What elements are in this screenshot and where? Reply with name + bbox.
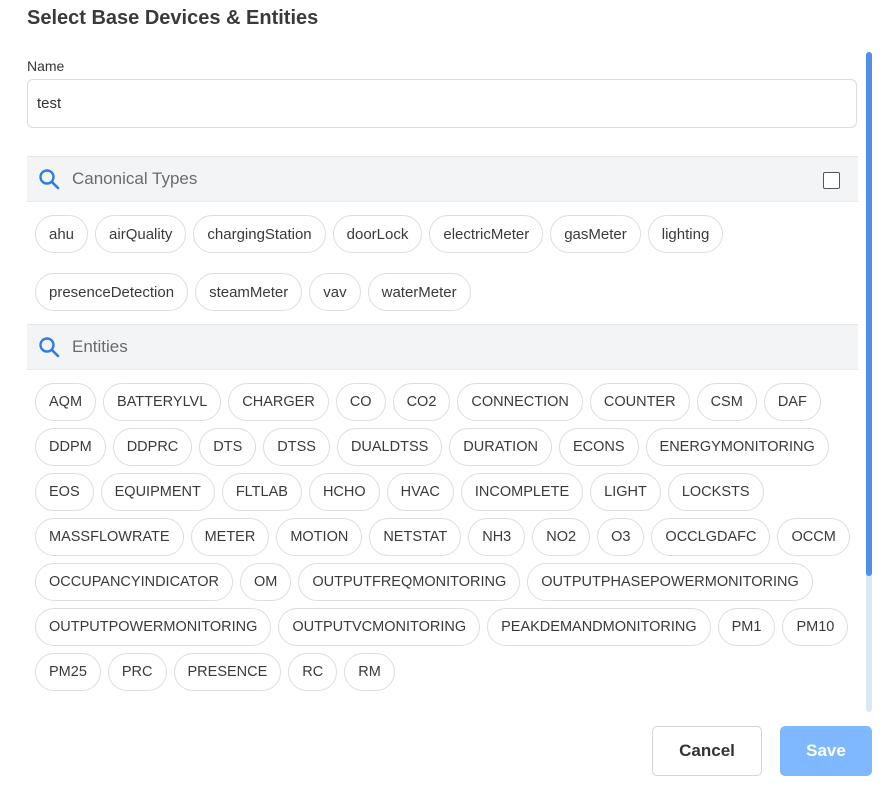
entity-chip[interactable]: OM bbox=[240, 563, 292, 601]
entity-chip[interactable]: MOTION bbox=[276, 518, 363, 556]
canonical-type-chip[interactable]: gasMeter bbox=[550, 215, 641, 253]
entity-chip[interactable]: PM10 bbox=[782, 608, 849, 646]
entity-chip[interactable]: EOS bbox=[35, 473, 94, 511]
canonical-type-chip[interactable]: ahu bbox=[35, 215, 89, 253]
entity-chip[interactable]: OUTPUTVCMONITORING bbox=[278, 608, 481, 646]
entity-chip[interactable]: AQM bbox=[35, 383, 97, 421]
select-all-checkbox[interactable] bbox=[823, 172, 840, 189]
selection-scroll-area[interactable]: Canonical Types ahu airQuality chargingSta… bbox=[27, 156, 858, 711]
entity-chip[interactable]: LOCKSTS bbox=[667, 473, 764, 511]
entity-chip[interactable]: LIGHT bbox=[590, 473, 661, 511]
entity-chip[interactable]: DUALDTSS bbox=[336, 428, 443, 466]
dialog-title: Select Base Devices & Entities bbox=[27, 7, 319, 29]
entity-chip[interactable]: OCCLGDAFC bbox=[651, 518, 771, 556]
entity-chip[interactable]: METER bbox=[190, 518, 270, 556]
entity-chip[interactable]: CO2 bbox=[392, 383, 451, 421]
cancel-button[interactable]: Cancel bbox=[652, 726, 762, 776]
entity-chip[interactable]: RC bbox=[288, 653, 338, 691]
canonical-type-chip[interactable]: airQuality bbox=[95, 215, 187, 253]
entity-chip[interactable]: PRC bbox=[107, 653, 167, 691]
entity-chip[interactable]: INCOMPLETE bbox=[460, 473, 584, 511]
entity-chip[interactable]: OUTPUTPOWERMONITORING bbox=[35, 608, 272, 646]
entity-chip[interactable]: CHARGER bbox=[228, 383, 329, 421]
canonical-type-chip[interactable]: presenceDetection bbox=[35, 273, 189, 311]
canonical-type-chip[interactable]: steamMeter bbox=[195, 273, 303, 311]
canonical-types-list: ahu airQuality chargingStation doorLock elec… bbox=[27, 202, 858, 324]
entities-search[interactable]: Entities bbox=[27, 324, 858, 370]
canonical-type-chip[interactable]: doorLock bbox=[332, 215, 423, 253]
canonical-type-chip[interactable]: waterMeter bbox=[367, 273, 471, 311]
entity-chip[interactable]: CO bbox=[335, 383, 386, 421]
entity-chip[interactable]: DAF bbox=[763, 383, 821, 421]
entity-chip[interactable]: PRESENCE bbox=[173, 653, 282, 691]
canonical-types-search-input[interactable]: Canonical Types bbox=[72, 169, 197, 189]
entity-chip[interactable]: O3 bbox=[597, 518, 645, 556]
save-button[interactable]: Save bbox=[780, 726, 872, 776]
entity-chip[interactable]: DURATION bbox=[449, 428, 552, 466]
entity-chip[interactable]: DDPRC bbox=[112, 428, 193, 466]
entity-chip[interactable]: EQUIPMENT bbox=[100, 473, 215, 511]
entity-chip[interactable]: MASSFLOWRATE bbox=[35, 518, 184, 556]
canonical-type-chip[interactable]: electricMeter bbox=[429, 215, 544, 253]
scrollbar-thumb[interactable] bbox=[866, 52, 872, 576]
canonical-type-chip[interactable]: chargingStation bbox=[193, 215, 326, 253]
entity-chip[interactable]: DTSS bbox=[263, 428, 330, 466]
canonical-type-chip[interactable]: vav bbox=[309, 273, 361, 311]
search-icon bbox=[38, 168, 60, 190]
entities-search-input[interactable]: Entities bbox=[72, 337, 128, 357]
entity-chip[interactable]: ECONS bbox=[558, 428, 639, 466]
entity-chip[interactable]: OUTPUTFREQMONITORING bbox=[298, 563, 521, 601]
entity-chip[interactable]: DDPM bbox=[35, 428, 106, 466]
entity-chip[interactable]: CSM bbox=[696, 383, 757, 421]
entity-chip[interactable]: PM1 bbox=[717, 608, 776, 646]
entity-chip[interactable]: DTS bbox=[199, 428, 257, 466]
entity-chip[interactable]: NETSTAT bbox=[369, 518, 462, 556]
entity-chip[interactable]: ENERGYMONITORING bbox=[645, 428, 829, 466]
entity-chip[interactable]: HVAC bbox=[386, 473, 454, 511]
entity-chip[interactable]: COUNTER bbox=[589, 383, 690, 421]
search-icon bbox=[38, 336, 60, 358]
entity-chip[interactable]: NH3 bbox=[468, 518, 526, 556]
entities-list: AQM BATTERYLVL CHARGER CO CO2 CONNECTION COUNT… bbox=[27, 370, 858, 691]
entity-chip[interactable]: FLTLAB bbox=[221, 473, 302, 511]
entity-chip[interactable]: RM bbox=[344, 653, 395, 691]
entity-chip[interactable]: BATTERYLVL bbox=[103, 383, 222, 421]
entity-chip[interactable]: NO2 bbox=[532, 518, 591, 556]
entity-chip[interactable]: OCCUPANCYINDICATOR bbox=[35, 563, 233, 601]
canonical-type-chip[interactable]: lighting bbox=[647, 215, 724, 253]
entity-chip[interactable]: PM25 bbox=[35, 653, 101, 691]
entity-chip[interactable]: HCHO bbox=[308, 473, 380, 511]
entity-chip[interactable]: PEAKDEMANDMONITORING bbox=[487, 608, 711, 646]
entity-chip[interactable]: OUTPUTPHASEPOWERMONITORING bbox=[527, 563, 813, 601]
entity-chip[interactable]: OCCM bbox=[777, 518, 850, 556]
canonical-types-search[interactable]: Canonical Types bbox=[27, 156, 858, 202]
name-input[interactable] bbox=[27, 79, 857, 128]
name-label: Name bbox=[27, 58, 65, 74]
entity-chip[interactable]: CONNECTION bbox=[457, 383, 583, 421]
